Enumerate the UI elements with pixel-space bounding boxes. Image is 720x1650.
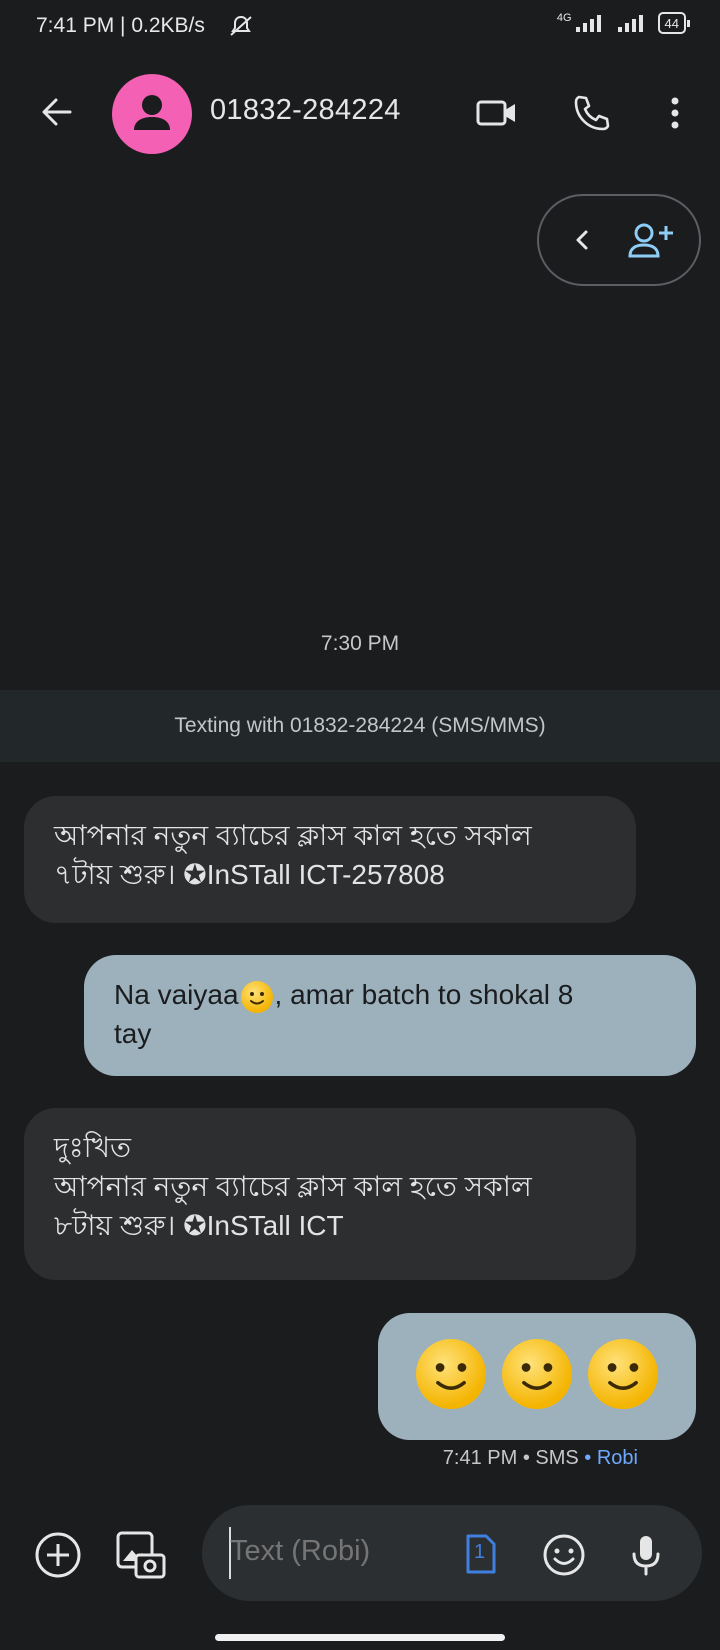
add-circle-icon	[35, 1532, 81, 1578]
battery-icon: 44	[657, 12, 690, 34]
battery-level: 44	[664, 15, 679, 31]
sim-number: 1	[474, 1541, 486, 1563]
message-incoming[interactable]: আপনার নতুন ব্যাচের ক্লাস কাল হতে সকাল ৭ট…	[24, 796, 636, 923]
phone-icon	[574, 95, 610, 131]
slightly-smiling-face-icon	[502, 1339, 572, 1409]
meta-separator-2: •	[578, 1447, 597, 1469]
photo-camera-icon	[116, 1531, 166, 1579]
add-contact-button[interactable]	[623, 212, 679, 268]
home-indicator[interactable]	[215, 1634, 505, 1641]
emoji-icon	[543, 1534, 585, 1576]
more-vert-icon	[671, 97, 679, 129]
video-camera-icon	[476, 100, 515, 126]
slightly-smiling-face-icon	[416, 1339, 486, 1409]
message-line: দুঃখিত	[54, 1132, 132, 1163]
voice-input-button[interactable]	[618, 1527, 674, 1583]
slightly-smiling-face-icon	[240, 980, 273, 1013]
message-line: Na vaiyaa , amar batch to shokal 8	[114, 975, 666, 1014]
video-call-button[interactable]	[470, 88, 524, 138]
status-bar: 7:41 PM | 0.2KB/s 4G 44	[0, 0, 720, 56]
contact-name[interactable]: 01832-284224	[210, 94, 401, 127]
banner-text: Texting with 01832-284224 (SMS/MMS)	[174, 714, 546, 737]
message-line: আপনার নতুন ব্যাচের ক্লাস কাল হতে সকাল	[54, 820, 532, 851]
message-line: ৮টায় শুরু। ✪InSTall ICT	[54, 1210, 344, 1241]
chevron-left-icon	[576, 230, 588, 250]
mute-icon	[228, 14, 254, 43]
back-button[interactable]	[30, 85, 84, 139]
message-outgoing[interactable]: Na vaiyaa , amar batch to shokal 8 tay	[84, 955, 696, 1076]
status-time: 7:41 PM | 0.2KB/s	[36, 14, 205, 37]
person-icon	[134, 95, 170, 130]
collapse-button[interactable]	[559, 216, 607, 264]
meta-separator: •	[517, 1447, 536, 1469]
signal-icon-2	[617, 15, 643, 32]
message-meta: 7:41 PM • SMS • Robi	[443, 1447, 638, 1470]
message-text: , amar batch to shokal 8	[274, 979, 574, 1010]
message-input[interactable]	[230, 1535, 430, 1568]
slightly-smiling-face-icon	[588, 1339, 658, 1409]
microphone-icon	[632, 1536, 660, 1576]
person-add-icon	[628, 223, 673, 258]
signal-icon	[575, 15, 601, 32]
message-outgoing-emoji[interactable]	[378, 1313, 696, 1440]
gallery-button[interactable]	[112, 1527, 168, 1583]
contact-actions-pill	[537, 194, 701, 286]
network-4g-label: 4G	[556, 12, 572, 24]
sms-banner: Texting with 01832-284224 (SMS/MMS)	[0, 690, 720, 762]
more-options-button[interactable]	[655, 88, 695, 138]
message-time: 7:41 PM	[442, 1447, 518, 1469]
conversation-time: 7:30 PM	[320, 632, 400, 655]
sim-select-button[interactable]: 1	[458, 1528, 504, 1580]
message-line: tay	[114, 1018, 152, 1049]
message-text: Na vaiyaa	[114, 979, 239, 1010]
emoji-button[interactable]	[536, 1527, 592, 1583]
message-line: আপনার নতুন ব্যাচের ক্লাস কাল হতে সকাল	[54, 1171, 532, 1202]
phone-call-button[interactable]	[565, 88, 619, 138]
arrow-back-icon	[42, 98, 72, 126]
message-incoming[interactable]: দুঃখিত আপনার নতুন ব্যাচের ক্লাস কাল হতে …	[24, 1108, 636, 1280]
add-attachment-button[interactable]	[30, 1527, 86, 1583]
message-type: SMS	[535, 1447, 579, 1469]
message-line: ৭টায় শুরু। ✪InSTall ICT-257808	[54, 859, 445, 890]
status-icons: 4G 44	[557, 12, 690, 34]
avatar[interactable]	[112, 74, 192, 154]
message-carrier: Robi	[596, 1447, 638, 1469]
